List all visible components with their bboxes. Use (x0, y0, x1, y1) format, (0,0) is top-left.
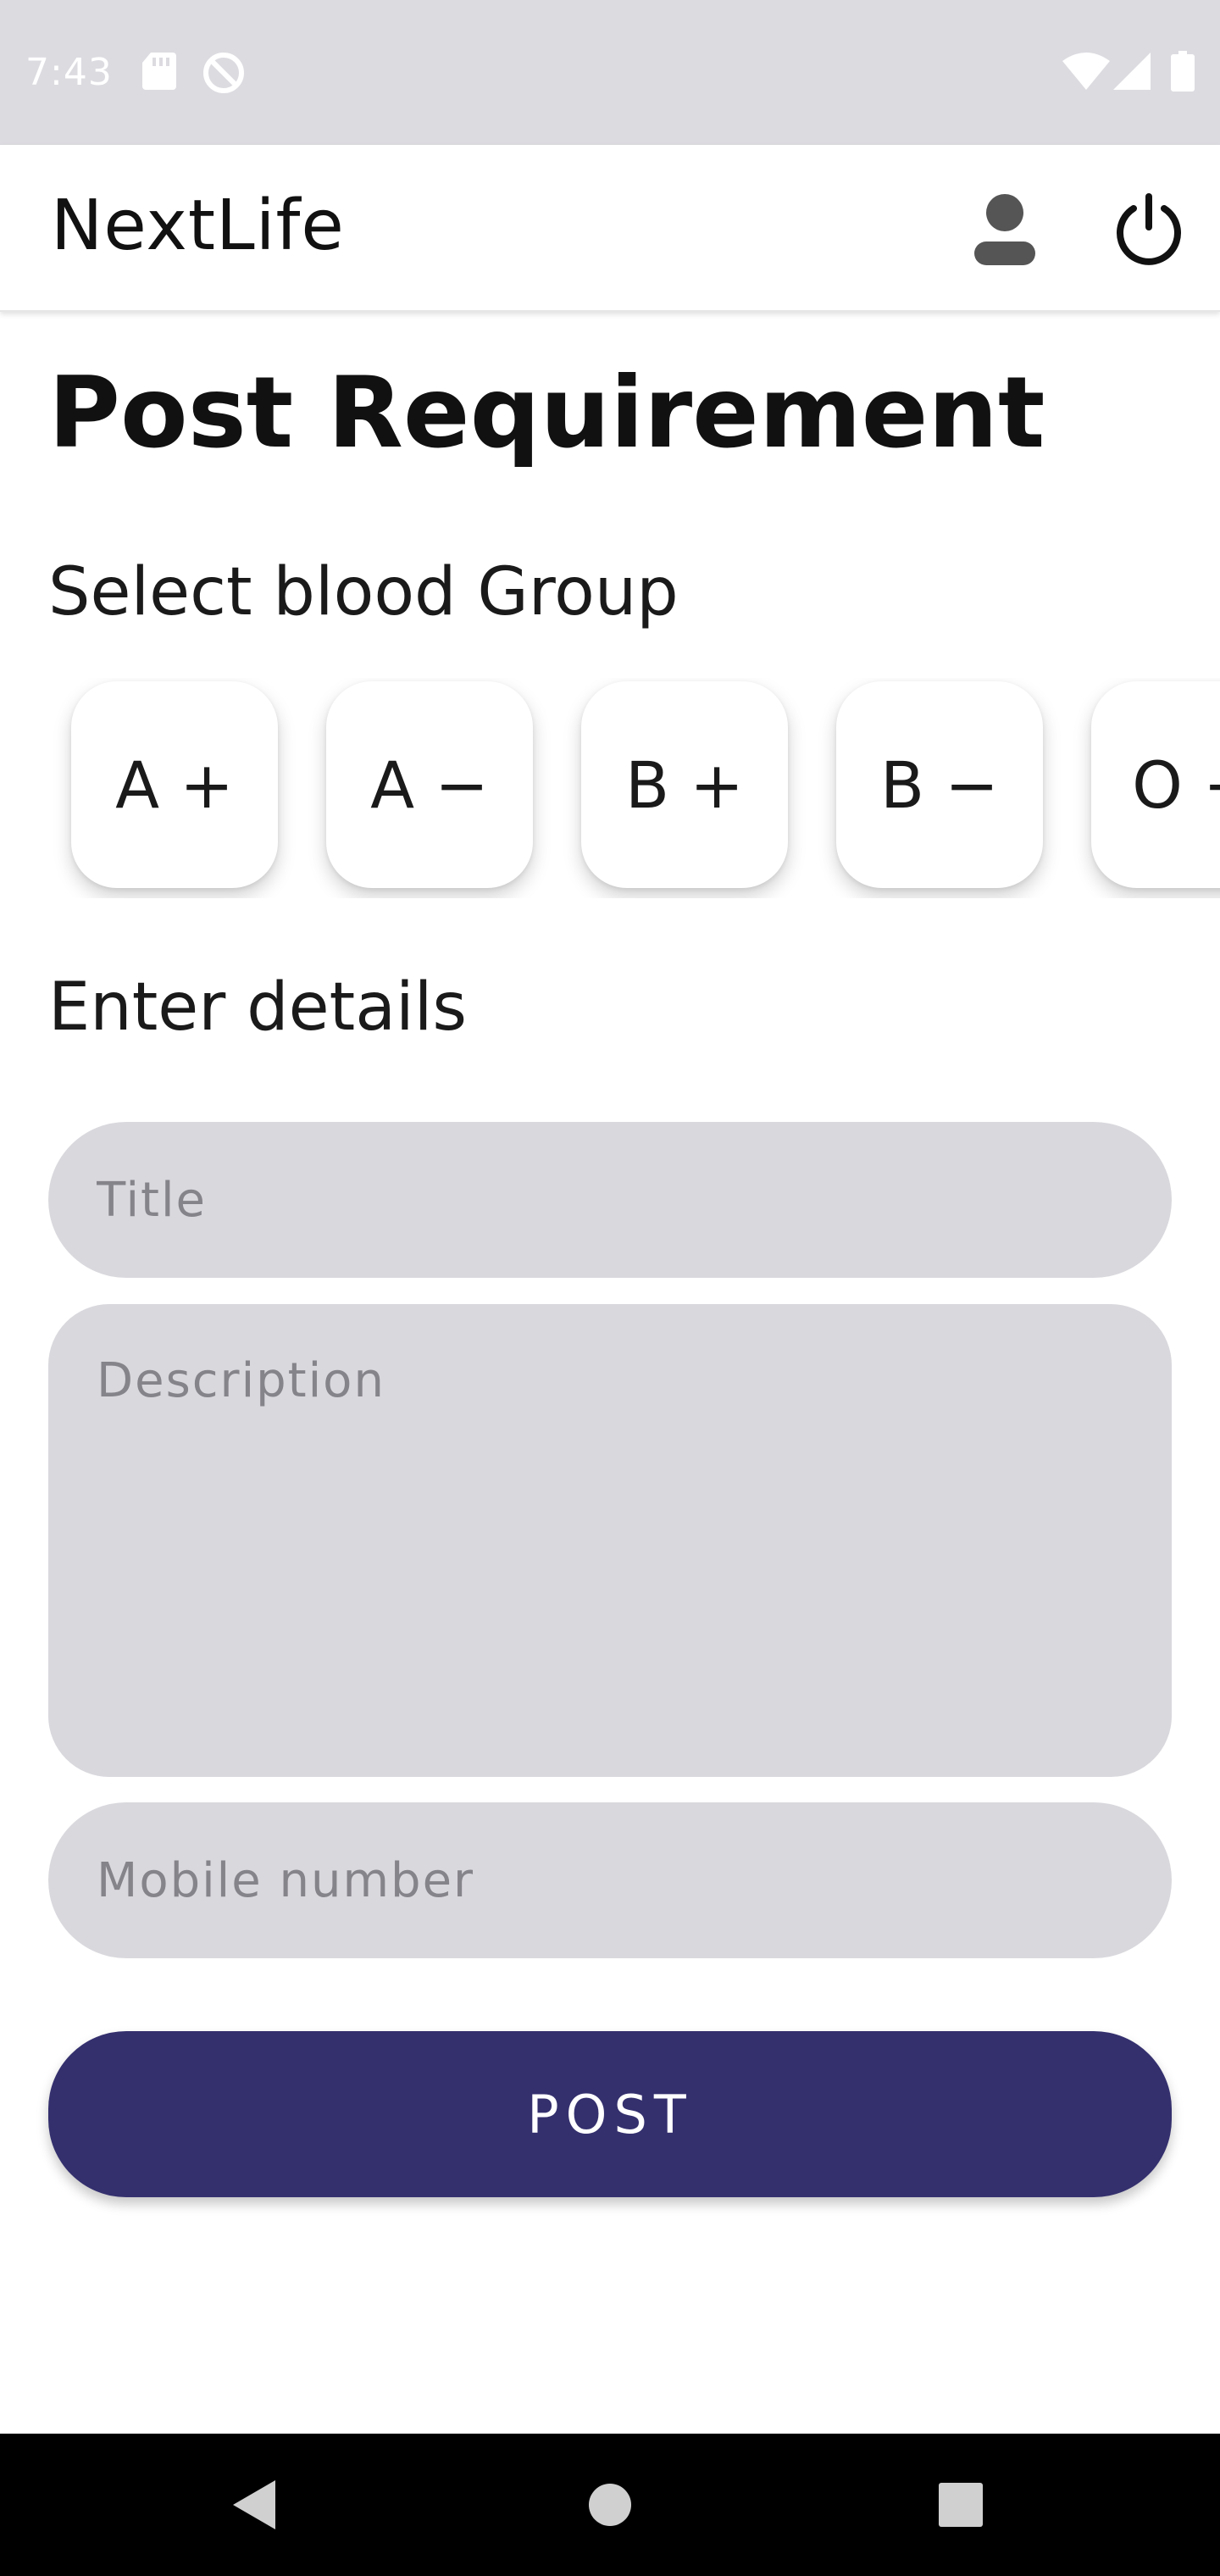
back-button[interactable] (212, 2462, 297, 2547)
blood-group-chip-b-negative[interactable]: B − (836, 681, 1043, 888)
mobile-number-input[interactable] (48, 1802, 1172, 1958)
recents-button[interactable] (918, 2462, 1003, 2547)
post-button[interactable]: POST (48, 2031, 1172, 2197)
sd-card-icon (141, 51, 178, 96)
home-button[interactable] (568, 2462, 652, 2547)
do-not-disturb-icon (202, 51, 246, 99)
app-bar: NextLife (0, 145, 1220, 312)
app-logo: NextLife (51, 186, 345, 266)
logout-button[interactable] (1106, 187, 1191, 272)
status-time: 7:43 (25, 51, 113, 94)
wifi-icon (1062, 53, 1110, 94)
post-requirement-screen: 7:43 NextLife Post Requirement Select bl… (0, 0, 1220, 2576)
home-circle-icon (589, 2484, 631, 2526)
recents-square-icon (939, 2483, 983, 2527)
blood-group-label: Select blood Group (48, 554, 679, 630)
blood-group-chip-a-positive[interactable]: A + (71, 681, 278, 888)
person-icon (974, 194, 1035, 265)
status-bar: 7:43 (0, 0, 1220, 145)
blood-group-chip-b-positive[interactable]: B + (581, 681, 788, 888)
blood-group-chips: A + A − B + B − O + (0, 678, 1220, 898)
profile-button[interactable] (962, 187, 1047, 272)
blood-group-chip-o-positive[interactable]: O + (1091, 681, 1220, 888)
cellular-signal-icon (1113, 53, 1151, 94)
page-title: Post Requirement (48, 356, 1045, 470)
description-input[interactable] (48, 1304, 1172, 1777)
power-icon (1117, 193, 1181, 265)
back-triangle-icon (233, 2480, 275, 2529)
navigation-bar (0, 2434, 1220, 2576)
blood-group-chip-a-negative[interactable]: A − (326, 681, 533, 888)
battery-icon (1171, 51, 1195, 96)
details-label: Enter details (48, 969, 468, 1046)
title-input[interactable] (48, 1122, 1172, 1278)
